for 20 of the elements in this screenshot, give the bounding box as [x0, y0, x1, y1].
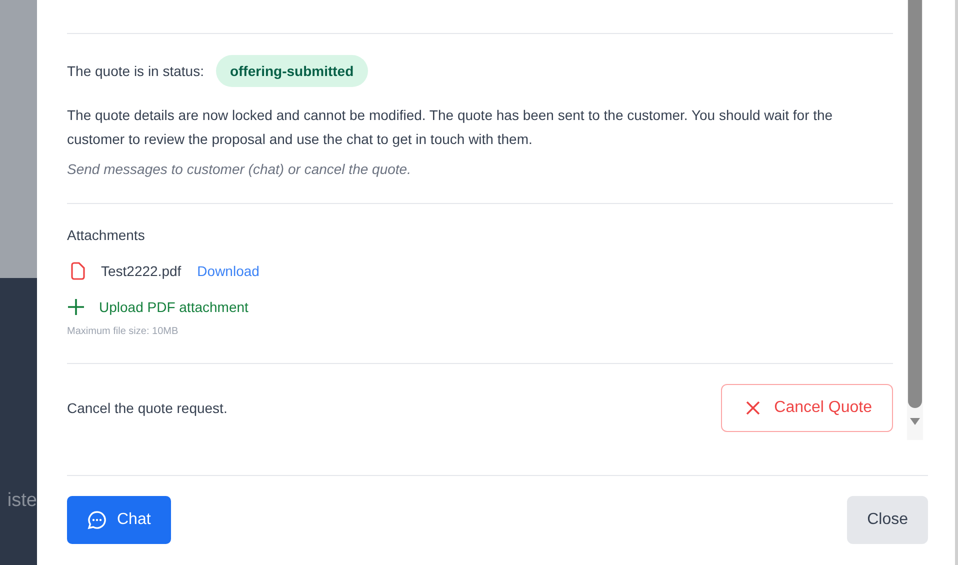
status-label: The quote is in status:	[67, 63, 204, 79]
cancel-text: Cancel the quote request.	[67, 400, 228, 416]
scroll-down-icon[interactable]	[910, 418, 920, 425]
close-button[interactable]: Close	[847, 496, 928, 544]
download-link[interactable]: Download	[197, 263, 260, 279]
description-text: The quote details are now locked and cannot be modified. The quote has been sent to the customer. You should wait for the customer to review the proposal and use the chat to get in touch with them.	[67, 106, 834, 149]
file-icon	[71, 262, 85, 280]
plus-icon	[67, 298, 85, 316]
hint-text: Send messages to customer (chat) or cancel the quote.	[67, 161, 412, 177]
status-badge: offering-submitted	[216, 55, 368, 87]
max-size-note: Maximum file size: 10MB	[67, 326, 180, 337]
cancel-quote-button[interactable]: Cancel Quote	[721, 384, 893, 432]
file-name: Test2222.pdf	[101, 263, 182, 279]
scrollbar[interactable]	[907, 0, 923, 440]
upload-link[interactable]: Upload PDF attachment	[67, 298, 248, 316]
chat-icon	[87, 510, 107, 530]
background-text: iste	[7, 490, 37, 512]
attachments-heading: Attachments	[67, 227, 146, 243]
close-icon	[746, 401, 760, 415]
chat-button[interactable]: Chat	[67, 496, 171, 544]
